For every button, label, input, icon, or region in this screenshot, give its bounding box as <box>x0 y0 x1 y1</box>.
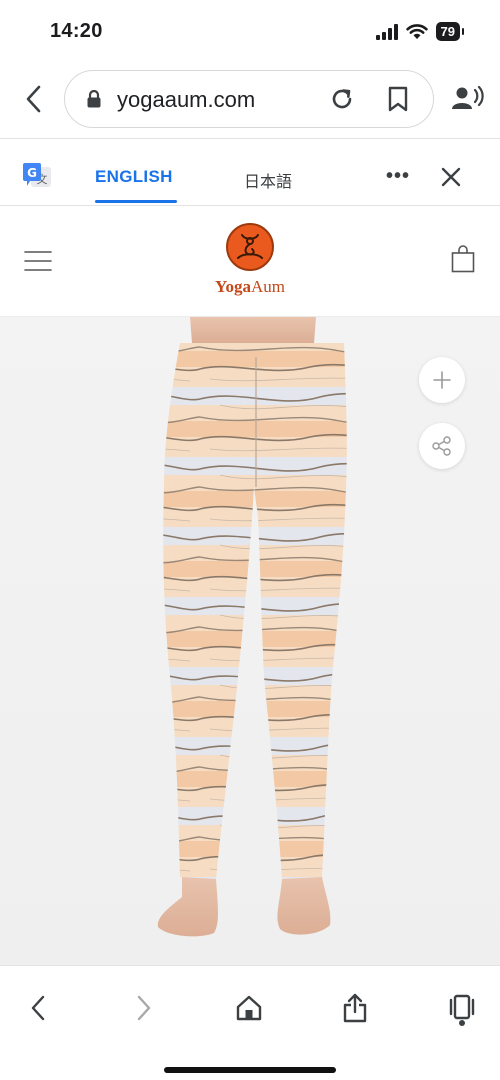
leggings-illustration <box>157 317 347 937</box>
tab-japanese[interactable]: 日本語 <box>244 168 292 192</box>
tabs-icon <box>449 994 475 1020</box>
forward-icon <box>137 995 151 1021</box>
shopping-bag-icon[interactable] <box>451 245 475 273</box>
logo-text-bold: Yoga <box>215 277 251 296</box>
share-product-button[interactable] <box>419 423 465 469</box>
product-image[interactable] <box>0 317 500 965</box>
share-icon <box>432 436 451 456</box>
url-text: yogaaum.com <box>117 87 256 112</box>
profile-voice-icon[interactable] <box>452 86 484 110</box>
reload-icon[interactable] <box>329 86 355 112</box>
status-time: 14:20 <box>50 20 103 42</box>
active-tab-indicator <box>95 200 177 203</box>
home-icon <box>236 995 262 1021</box>
meditation-figure-icon <box>237 234 263 259</box>
browser-back-button[interactable] <box>20 82 46 116</box>
logo-emblem <box>226 223 274 271</box>
translate-bar: 文 G ENGLISH 日本語 ••• <box>0 139 500 205</box>
hamburger-menu-icon[interactable] <box>24 250 52 272</box>
toolbar-home-button[interactable] <box>229 988 269 1028</box>
add-to-wishlist-button[interactable] <box>419 357 465 403</box>
logo-wordmark: YogaAum <box>205 277 295 297</box>
cellular-signal-icon <box>375 23 398 40</box>
lock-icon <box>87 90 101 108</box>
battery-icon: 79 <box>435 22 465 41</box>
tab-english[interactable]: ENGLISH <box>95 167 173 187</box>
google-translate-icon: 文 G <box>23 163 51 187</box>
plus-icon <box>433 371 451 389</box>
site-header: YogaAum <box>0 206 500 316</box>
tabs-indicator-dot <box>459 1020 465 1026</box>
close-icon[interactable] <box>440 166 462 188</box>
address-bar[interactable]: yogaaum.com <box>64 70 434 128</box>
share-upload-icon <box>343 993 367 1023</box>
site-logo[interactable]: YogaAum <box>205 223 295 297</box>
back-chevron-icon <box>26 85 41 113</box>
status-icons: 79 <box>375 22 465 41</box>
address-row: yogaaum.com <box>0 68 500 130</box>
back-icon <box>31 995 45 1021</box>
wifi-icon <box>405 23 428 39</box>
bottom-toolbar <box>0 965 500 1080</box>
logo-text-regular: Aum <box>250 277 285 296</box>
more-options-button[interactable]: ••• <box>386 165 410 188</box>
toolbar-forward-button[interactable] <box>124 988 164 1028</box>
home-indicator <box>164 1067 336 1073</box>
bookmark-icon[interactable] <box>387 86 409 112</box>
svg-text:G: G <box>27 166 37 180</box>
status-bar: 14:20 79 <box>0 0 500 62</box>
toolbar-share-button[interactable] <box>335 988 375 1028</box>
toolbar-back-button[interactable] <box>18 988 58 1028</box>
